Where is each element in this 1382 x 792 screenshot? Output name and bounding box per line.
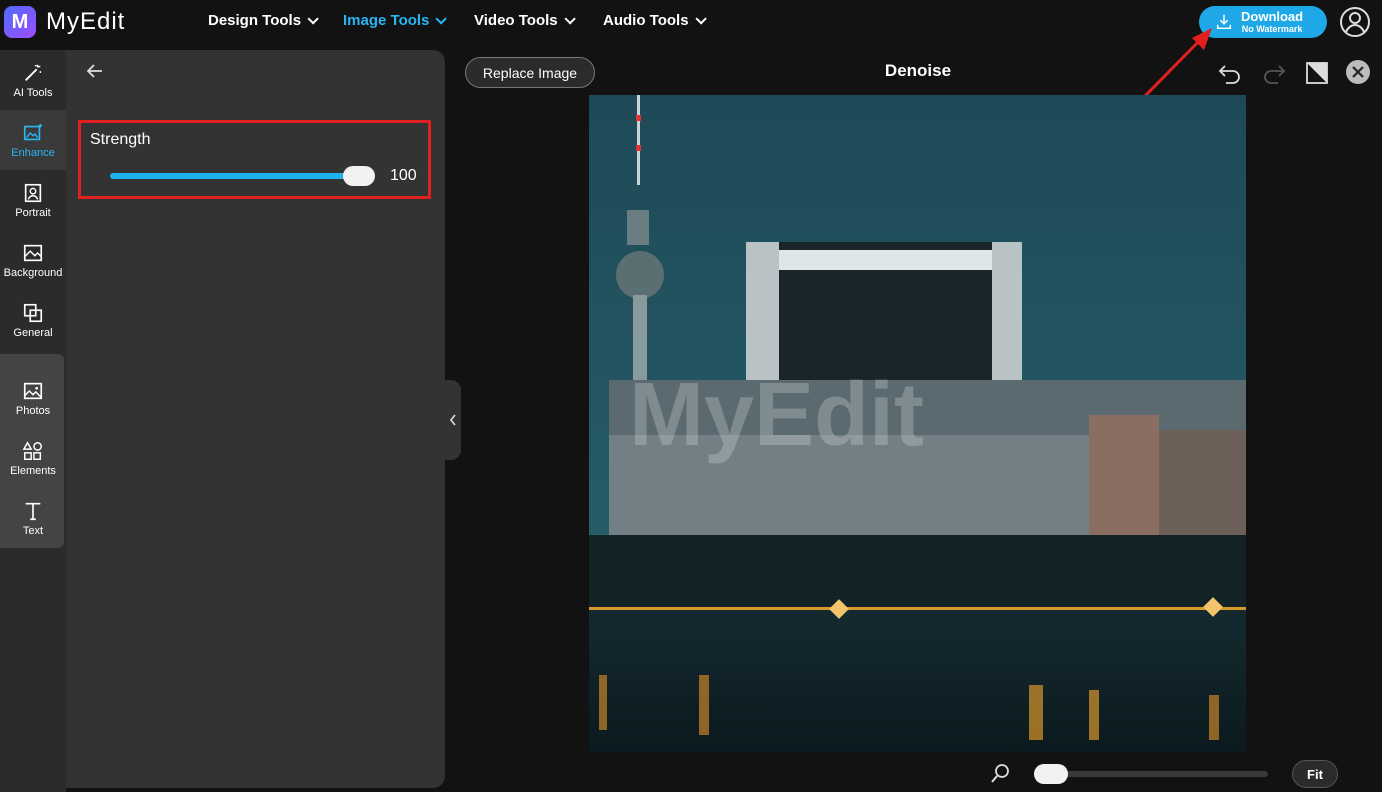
watermark-text: MyEdit: [629, 365, 924, 465]
strength-slider-thumb[interactable]: [343, 166, 375, 186]
tool-rail: AI Tools Enhance Portrait Background Gen…: [0, 50, 66, 792]
replace-image-button[interactable]: Replace Image: [465, 57, 595, 88]
strength-control: Strength 100: [78, 120, 431, 199]
chevron-down-icon: [435, 12, 448, 25]
zoom-slider-thumb[interactable]: [1034, 764, 1068, 784]
nav-design-tools[interactable]: Design Tools: [208, 12, 319, 29]
rail-item-elements[interactable]: Elements: [0, 428, 66, 488]
download-sublabel: No Watermark: [1241, 24, 1303, 34]
rail-item-text[interactable]: Text: [0, 488, 66, 548]
back-arrow-icon[interactable]: [84, 60, 106, 82]
nav-image-tools[interactable]: Image Tools: [343, 12, 448, 29]
rail-label: Enhance: [11, 146, 55, 159]
user-avatar-icon[interactable]: [1339, 6, 1371, 38]
collapse-panel-button[interactable]: [445, 380, 461, 460]
undo-icon[interactable]: [1217, 60, 1243, 86]
rail-label: Text: [22, 524, 44, 537]
nav-video-tools[interactable]: Video Tools: [474, 12, 576, 29]
fit-button[interactable]: Fit: [1292, 760, 1338, 788]
page-title: Denoise: [884, 61, 952, 80]
rail-item-portrait[interactable]: Portrait: [0, 170, 66, 230]
text-icon: [25, 502, 41, 520]
logo-mark: M: [4, 6, 36, 38]
zoom-slider-track[interactable]: [1046, 771, 1268, 777]
rail-item-general[interactable]: General: [0, 290, 66, 350]
rail-label: Background: [3, 266, 63, 279]
rail-label: AI Tools: [13, 86, 53, 99]
nav-label: Video Tools: [474, 12, 558, 29]
search-icon[interactable]: [990, 762, 1012, 784]
rail-item-enhance[interactable]: Enhance: [0, 110, 66, 170]
chevron-left-icon: [449, 414, 456, 426]
chevron-down-icon: [695, 12, 707, 25]
rail-item-ai-tools[interactable]: AI Tools: [0, 50, 66, 110]
app-logo[interactable]: M MyEdit: [4, 6, 125, 38]
shapes-icon: [22, 440, 42, 460]
rail-item-background[interactable]: Background: [0, 230, 66, 290]
rail-label: Elements: [10, 464, 56, 477]
nav-audio-tools[interactable]: Audio Tools: [603, 12, 707, 29]
chevron-down-icon: [307, 12, 319, 25]
image-canvas[interactable]: MyEdit: [589, 95, 1246, 752]
redo-icon[interactable]: [1261, 60, 1287, 86]
close-icon: [1352, 66, 1364, 78]
rail-label: General: [13, 326, 53, 339]
portrait-icon: [24, 183, 42, 202]
nav-label: Design Tools: [208, 12, 302, 29]
strength-label: Strength: [90, 131, 151, 148]
download-label: Download: [1241, 9, 1304, 24]
chevron-down-icon: [564, 12, 576, 25]
nav-label: Image Tools: [343, 12, 430, 29]
photo-icon: [23, 382, 43, 399]
app-name: MyEdit: [46, 8, 126, 35]
background-icon: [23, 244, 43, 261]
strength-slider-track[interactable]: [110, 173, 350, 179]
nav-label: Audio Tools: [603, 12, 689, 29]
magic-wand-icon: [25, 64, 42, 81]
rail-label: Portrait: [15, 206, 51, 219]
rail-item-photos[interactable]: Photos: [0, 368, 66, 428]
rail-label: Photos: [15, 404, 51, 417]
city-night-photo: MyEdit: [589, 95, 1246, 752]
strength-value: 100: [390, 167, 417, 184]
layers-icon: [23, 303, 43, 322]
settings-panel: Strength 100: [66, 50, 445, 788]
enhance-image-icon: [23, 123, 43, 140]
compare-icon[interactable]: [1304, 60, 1330, 86]
close-button[interactable]: [1346, 60, 1370, 84]
